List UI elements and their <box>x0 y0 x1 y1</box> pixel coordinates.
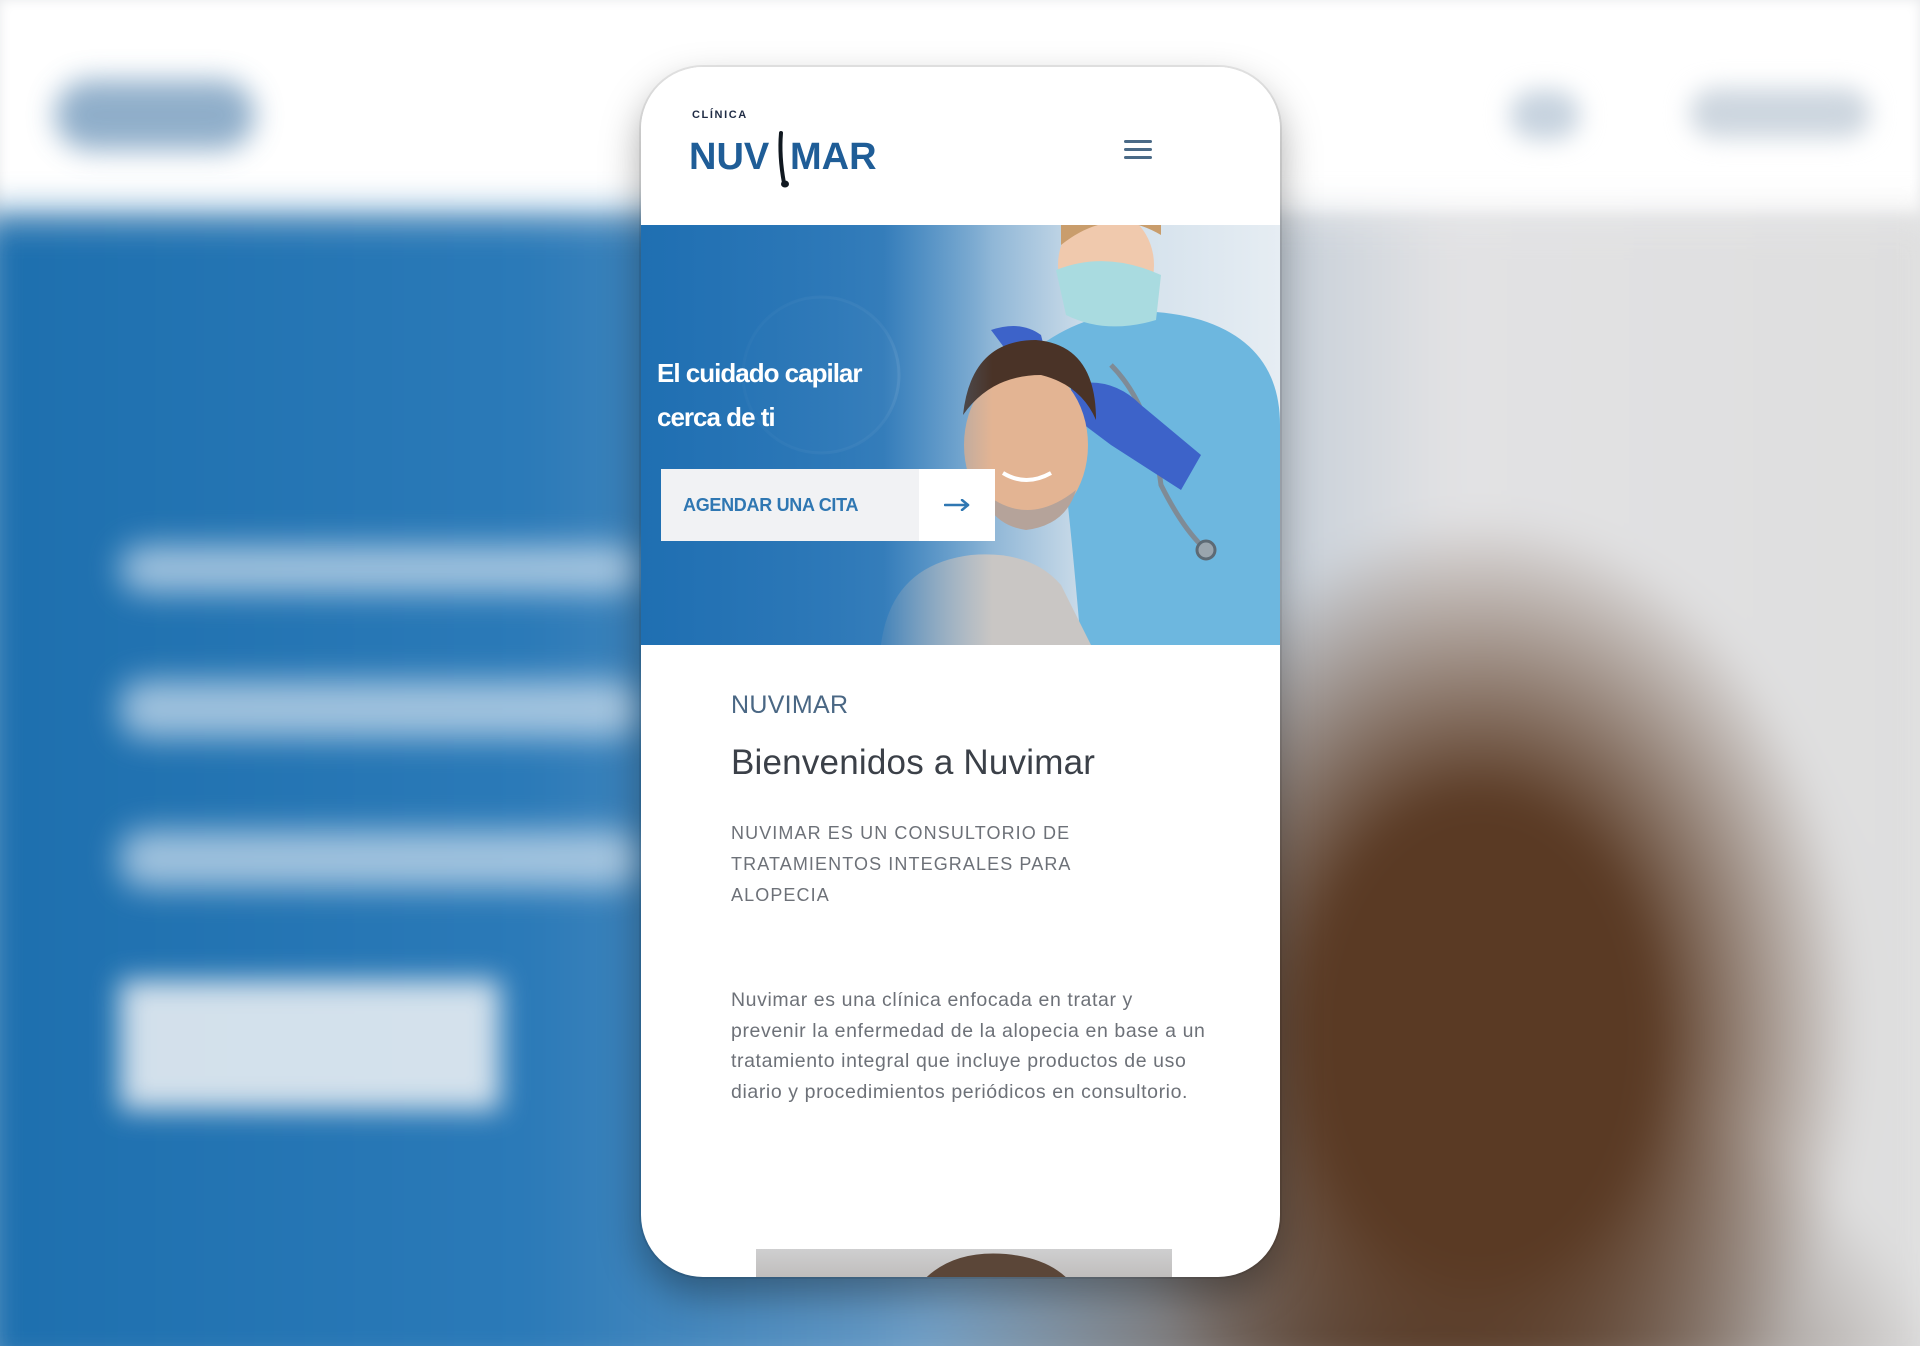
section-kicker: NUVIMAR <box>731 691 849 719</box>
book-appointment-label: AGENDAR UNA CITA <box>683 494 859 515</box>
blurred-desktop-button <box>120 980 500 1110</box>
hero-banner: El cuidado capilar cerca de ti AGENDAR U… <box>641 225 1280 645</box>
section-body-text: Nuvimar es una clínica enfocada en trata… <box>731 989 1206 1103</box>
mobile-header: CLÍNICA NUV MAR <box>641 67 1280 225</box>
blurred-desktop-nav-item <box>1690 88 1870 138</box>
hamburger-menu-icon[interactable] <box>1116 130 1156 170</box>
logo-main-left: NUV <box>689 136 770 178</box>
hero-title-line1: El cuidado capilar <box>657 358 863 388</box>
blurred-desktop-text-line <box>120 830 640 888</box>
next-section-image <box>756 1249 1172 1277</box>
blurred-desktop-text-line <box>120 680 640 738</box>
section-tagline: NUVIMAR ES UN CONSULTORIO DE TRATAMIENTO… <box>731 823 1071 905</box>
hero-title-line2: cerca de ti <box>657 402 776 432</box>
arrow-right-icon <box>919 469 995 541</box>
blurred-desktop-nav-item <box>1510 90 1580 140</box>
hero-title: El cuidado capilar cerca de ti <box>657 351 917 439</box>
blurred-desktop-text-line <box>120 545 640 593</box>
clinic-logo[interactable]: CLÍNICA NUV MAR <box>689 109 899 188</box>
mobile-phone-frame: CLÍNICA NUV MAR El cuidado capilar cerca… <box>641 67 1280 1277</box>
section-headline: Bienvenidos a Nuvimar <box>731 743 1096 782</box>
logo-main-right: MAR <box>790 136 877 178</box>
blurred-desktop-logo <box>55 80 255 150</box>
logo-wordmark: NUV MAR <box>689 131 877 188</box>
book-appointment-button[interactable]: AGENDAR UNA CITA <box>661 469 995 541</box>
